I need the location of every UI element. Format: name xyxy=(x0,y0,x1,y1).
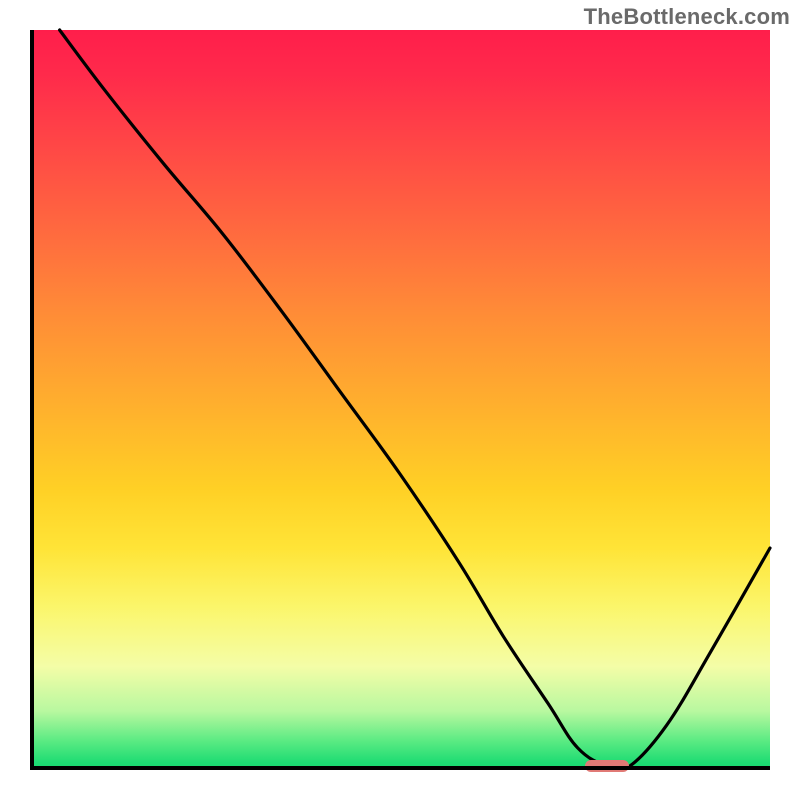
x-axis xyxy=(30,766,770,770)
y-axis xyxy=(30,30,34,770)
watermark-label: TheBottleneck.com xyxy=(584,4,790,30)
bottleneck-curve xyxy=(30,30,770,770)
chart-container: TheBottleneck.com xyxy=(0,0,800,800)
curve-path xyxy=(60,30,770,770)
